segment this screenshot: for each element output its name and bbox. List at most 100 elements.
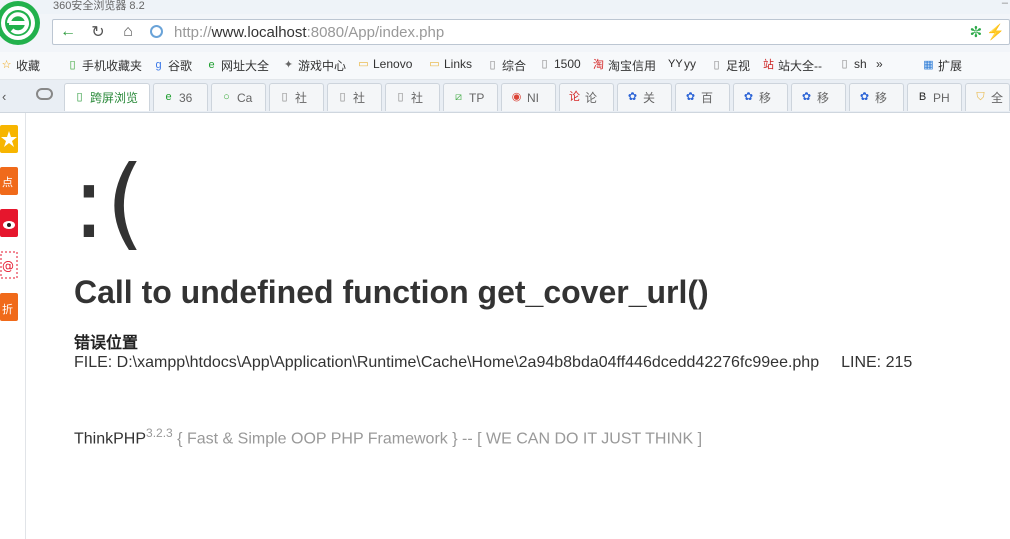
- bookmark-12[interactable]: 站站大全--: [762, 57, 822, 74]
- page-icon: ▯: [397, 91, 404, 103]
- tab-14[interactable]: B PH: [907, 83, 962, 111]
- tab-9[interactable]: ✿ 关: [617, 83, 672, 111]
- tab-strip: ‹ ▯ 跨屏浏览 e 36 ○ Ca ▯ 社 ▯ 社 ▯ 社 ⧄ TP ◉ NI 论论 ✿ 关 ✿ 百 ✿ 移 ✿ 移 ✿ 移 B PH…: [0, 80, 1010, 113]
- navigation-bar: ← ↻ ⌂ http://www.localhost:8080/App/inde…: [0, 14, 1010, 52]
- tab-0[interactable]: ▯ 跨屏浏览: [64, 83, 150, 111]
- url-text[interactable]: http://www.localhost:8080/App/index.php: [174, 24, 444, 41]
- page-globe-icon: [150, 25, 163, 38]
- tab-label: 社: [411, 91, 424, 105]
- tab-label: 移: [759, 91, 772, 105]
- bookmark-10[interactable]: YY yy: [668, 57, 696, 71]
- sad-face: :(: [72, 144, 145, 261]
- bookmark-label: 手机收藏夹: [82, 59, 143, 73]
- page-icon: ▯: [541, 57, 548, 70]
- bookmark-0[interactable]: ☆ 收藏: [0, 57, 40, 74]
- address-bar[interactable]: ← ↻ ⌂ http://www.localhost:8080/App/inde…: [52, 19, 1010, 45]
- tab-15[interactable]: ⛉ 全: [965, 83, 1010, 111]
- bookmark-1[interactable]: ▯ 手机收藏夹: [66, 57, 142, 74]
- bookmark-label: 1500: [554, 57, 581, 71]
- tp-icon: ⧄: [455, 91, 462, 103]
- svg-text:点: 点: [2, 176, 13, 189]
- left-sidebar: 点 @ 折: [0, 113, 26, 539]
- tab-8[interactable]: 论论: [559, 83, 614, 111]
- bookmark-13[interactable]: ▯ sh: [838, 57, 866, 71]
- tab-label: Ca: [237, 90, 253, 105]
- tab-1[interactable]: e 36: [153, 83, 208, 111]
- bookmark-5[interactable]: ▭ Lenovo: [357, 57, 412, 71]
- url-host: www.localhost: [211, 24, 307, 41]
- apps-icon: ▦: [923, 59, 934, 71]
- bookmark-14[interactable]: ▦ 扩展: [922, 57, 962, 74]
- bookmark-8[interactable]: ▯ 1500: [538, 57, 581, 71]
- bookmark-label: Links: [444, 57, 473, 71]
- bookmark-label: 游戏中心: [298, 59, 347, 73]
- tab-label: 36: [179, 90, 193, 105]
- tab-label: 论: [585, 91, 598, 105]
- bookmark-label: 扩展: [938, 59, 963, 73]
- tab-label: 移: [875, 91, 888, 105]
- ie-icon: e: [165, 91, 172, 103]
- bookmark-9[interactable]: 淘淘宝信用: [592, 57, 656, 74]
- mail-icon[interactable]: @: [0, 251, 18, 279]
- bookmark-label: 淘宝信用: [608, 59, 657, 73]
- tab-label: 全: [991, 91, 1004, 105]
- favorite-star-icon[interactable]: [0, 125, 18, 153]
- minimize-mark[interactable]: –: [1002, 0, 1008, 9]
- taobao-icon: 淘: [593, 59, 604, 71]
- bookmark-7[interactable]: ▯ 综合: [486, 57, 526, 74]
- home-icon[interactable]: ⌂: [117, 21, 139, 43]
- tab-7[interactable]: ◉ NI: [501, 83, 556, 111]
- window-titlebar: 360安全浏览器 8.2 –: [0, 0, 1010, 14]
- gamepad-icon: ✦: [283, 59, 294, 71]
- page-icon: ▯: [339, 91, 346, 103]
- tab-5[interactable]: ▯ 社: [385, 83, 440, 111]
- bookmark-3[interactable]: e 网址大全: [205, 57, 269, 74]
- framework-brand-link[interactable]: ThinkPHP: [74, 430, 146, 447]
- tab-10[interactable]: ✿ 百: [675, 83, 730, 111]
- bookmark-label: Lenovo: [373, 57, 413, 71]
- chrome-icon: ◉: [511, 91, 522, 103]
- page-icon: ▯: [841, 57, 848, 70]
- tab-3[interactable]: ▯ 社: [269, 83, 324, 111]
- google-icon: g: [155, 59, 162, 71]
- tab-label: 移: [817, 91, 830, 105]
- bookmark-11[interactable]: ▯ 足视: [710, 57, 750, 74]
- folder-icon: ▭: [358, 57, 369, 70]
- lun-icon: 论: [569, 91, 580, 103]
- framework-footer: ThinkPHP3.2.3 { Fast & Simple OOP PHP Fr…: [74, 426, 702, 448]
- bookmarks-more-icon[interactable]: »: [876, 57, 883, 71]
- phone-icon: ▯: [76, 91, 83, 103]
- station-icon: 站: [763, 59, 774, 71]
- bookmark-6[interactable]: ▭ Links: [428, 57, 472, 71]
- bookmark-2[interactable]: g 谷歌: [152, 57, 192, 74]
- tab-13[interactable]: ✿ 移: [849, 83, 904, 111]
- browser-logo-icon[interactable]: [0, 0, 42, 46]
- url-path: :8080/App/index.php: [306, 24, 445, 41]
- tab-2[interactable]: ○ Ca: [211, 83, 266, 111]
- tab-11[interactable]: ✿ 移: [733, 83, 788, 111]
- bookmark-label: 站大全--: [778, 59, 822, 73]
- weibo-icon[interactable]: [0, 209, 18, 237]
- tab-label: 社: [295, 91, 308, 105]
- svg-text:折: 折: [2, 302, 13, 316]
- phone-icon: ▯: [69, 59, 76, 71]
- back-icon[interactable]: ←: [57, 21, 79, 43]
- reload-icon[interactable]: ↻: [87, 21, 109, 43]
- bookmark-label: 网址大全: [221, 59, 270, 73]
- tab-6[interactable]: ⧄ TP: [443, 83, 498, 111]
- tab-label: PH: [933, 90, 950, 105]
- discount-icon[interactable]: 折: [0, 293, 18, 321]
- tab-scroll-left-icon[interactable]: ‹: [2, 89, 6, 104]
- speedup-icon[interactable]: ✼ ⚡: [970, 23, 1005, 41]
- cloud-icon[interactable]: [36, 88, 53, 100]
- tab-label: TP: [469, 90, 485, 105]
- tab-12[interactable]: ✿ 移: [791, 83, 846, 111]
- window-title: 360安全浏览器 8.2: [53, 0, 145, 12]
- tab-label: NI: [527, 90, 539, 105]
- ie-icon: e: [208, 59, 215, 71]
- b-icon: B: [918, 91, 927, 103]
- news-icon[interactable]: 点: [0, 167, 18, 195]
- paw-icon: ✿: [627, 91, 638, 103]
- tab-4[interactable]: ▯ 社: [327, 83, 382, 111]
- bookmark-4[interactable]: ✦ 游戏中心: [282, 57, 346, 74]
